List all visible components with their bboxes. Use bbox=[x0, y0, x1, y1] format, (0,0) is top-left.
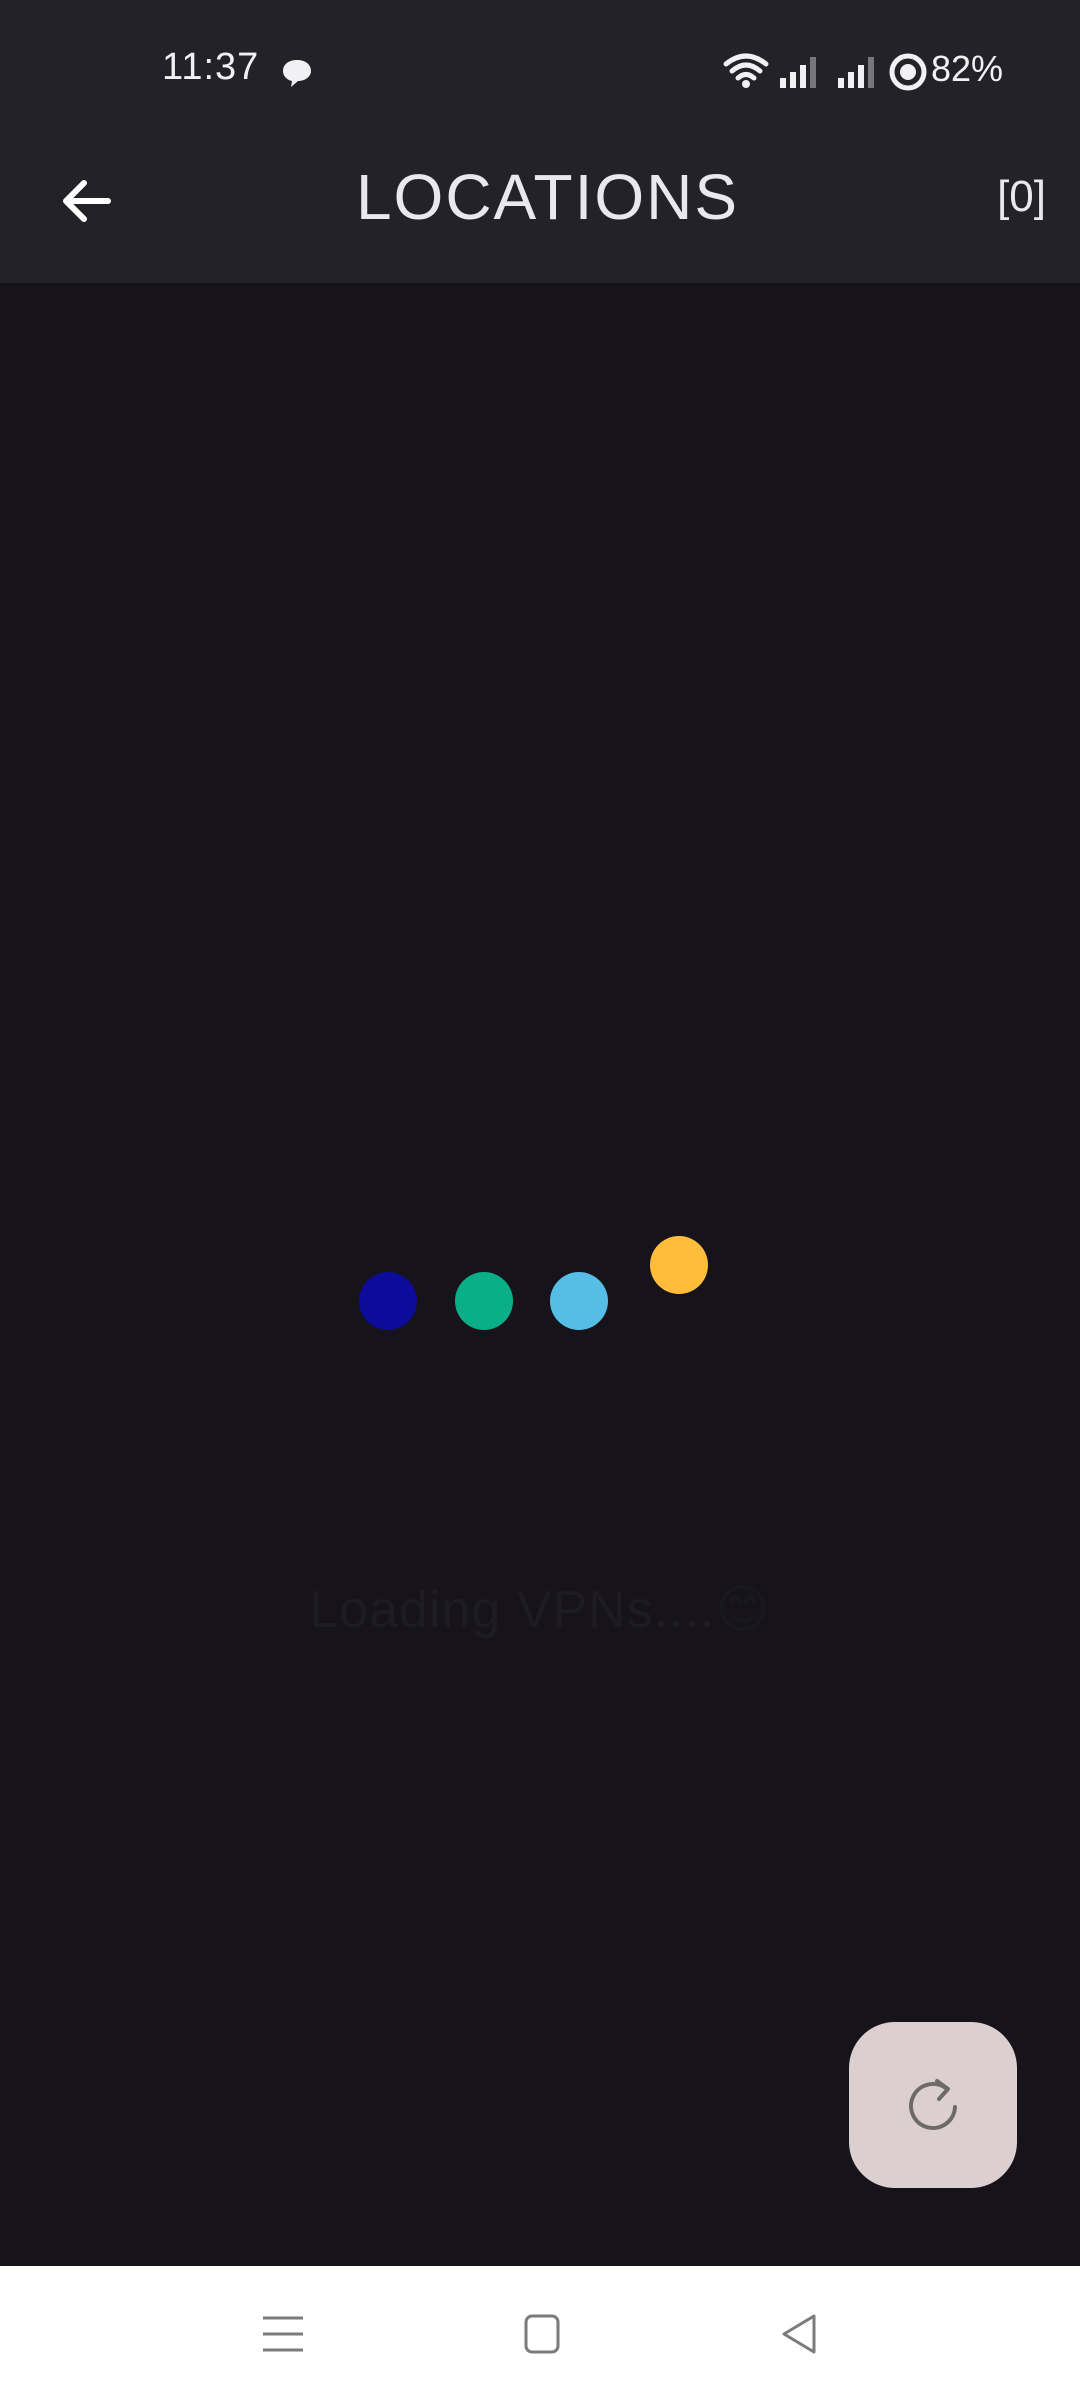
battery-saver-icon bbox=[889, 53, 927, 91]
status-bar: 11:37 82% bbox=[0, 0, 1080, 140]
page-title: LOCATIONS bbox=[355, 161, 740, 233]
main-content bbox=[0, 283, 1080, 2266]
location-count: [0] bbox=[997, 172, 1046, 221]
home-square-icon[interactable] bbox=[516, 2310, 568, 2358]
loader-dot bbox=[455, 1272, 513, 1330]
loader-dot bbox=[550, 1272, 608, 1330]
loading-text: Loading VPNs.... bbox=[309, 1581, 716, 1639]
loader-dot bbox=[359, 1272, 417, 1330]
menu-icon[interactable] bbox=[257, 2310, 309, 2358]
refresh-button[interactable] bbox=[849, 2022, 1017, 2188]
status-time: 11:37 bbox=[162, 46, 260, 88]
battery-percent: 82% bbox=[931, 48, 1004, 89]
wifi-icon bbox=[723, 53, 769, 88]
refresh-icon bbox=[909, 2079, 957, 2130]
back-triangle-icon[interactable] bbox=[774, 2310, 826, 2358]
chat-bubble-icon bbox=[283, 60, 311, 87]
signal-icon bbox=[838, 57, 874, 88]
loader-dot bbox=[650, 1236, 708, 1294]
signal-icon bbox=[780, 57, 816, 88]
smile-emoji-icon: 😊 bbox=[715, 1581, 771, 1639]
loading-message: Loading VPNs....😊 bbox=[0, 1580, 1080, 1640]
